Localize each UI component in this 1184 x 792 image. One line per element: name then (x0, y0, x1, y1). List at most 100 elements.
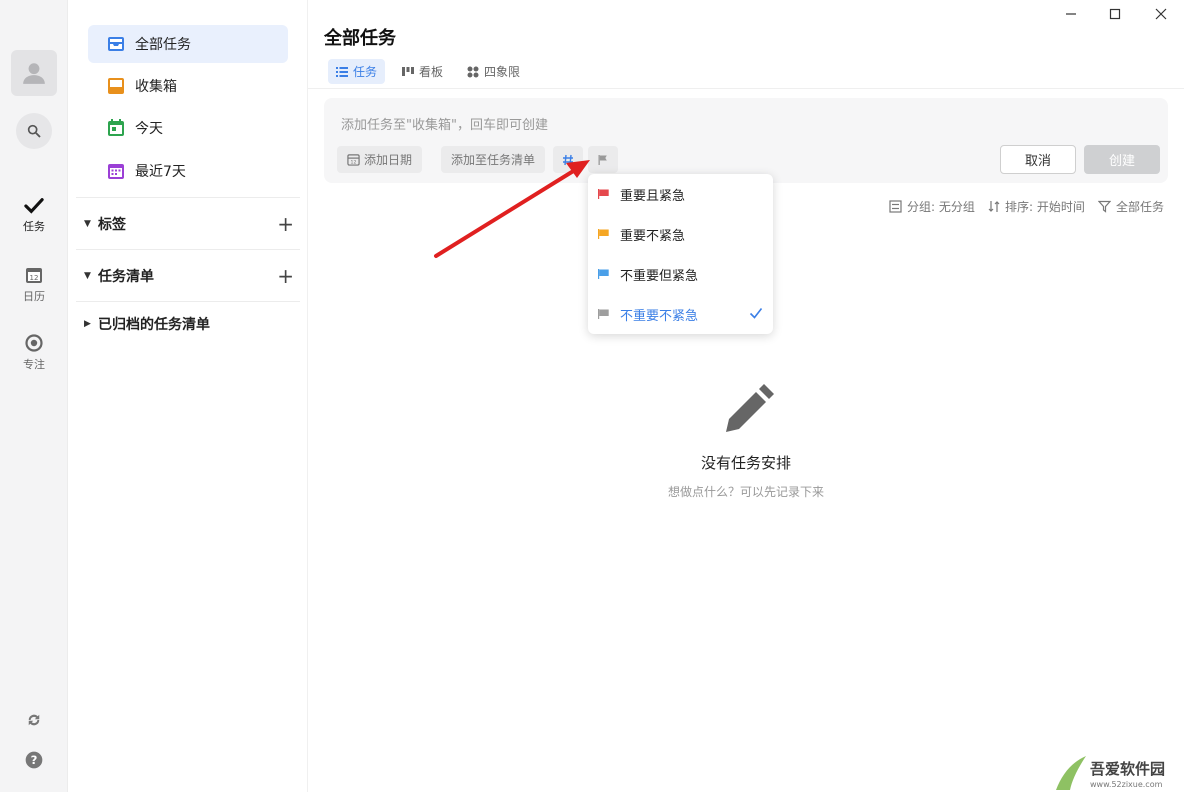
tag-button[interactable] (553, 146, 583, 173)
section-archived-lists[interactable]: ▶ 已归档的任务清单 (84, 312, 294, 336)
sidebar-item-label: 今天 (135, 121, 163, 137)
close-window-button[interactable] (1149, 2, 1173, 26)
flag-icon (597, 267, 611, 281)
quadrant-icon (467, 66, 479, 78)
add-to-list-button[interactable]: 添加至任务清单 (441, 146, 546, 173)
add-tag-button[interactable]: + (277, 212, 294, 236)
priority-label: 重要且紧急 (620, 188, 686, 204)
group-icon (889, 199, 902, 213)
left-rail: 任务 12 日历 专注 ? (0, 0, 68, 792)
empty-state-title: 没有任务安排 (700, 454, 791, 472)
section-label: 标签 (98, 217, 126, 233)
section-label: 已归档的任务清单 (98, 317, 210, 333)
check-icon (24, 198, 44, 214)
divider (76, 301, 300, 302)
tab-kanban[interactable]: 看板 (394, 59, 451, 84)
caret-down-icon: ▼ (84, 219, 91, 229)
tab-label: 四象限 (484, 65, 521, 79)
inbox-all-icon (106, 34, 126, 54)
list-icon (336, 66, 348, 78)
sidebar-item-inbox[interactable]: 收集箱 (88, 67, 288, 105)
tab-quadrant[interactable]: 四象限 (459, 59, 528, 84)
search-icon (27, 124, 41, 138)
priority-option-high[interactable]: 重要且紧急 (588, 174, 773, 214)
app-window: 任务 12 日历 专注 ? 全部任务 收集箱 今天 最近7天 ▼ 标签 + ▼ … (0, 0, 1184, 792)
help-button[interactable]: ? (22, 748, 46, 772)
priority-option-low[interactable]: 不重要但紧急 (588, 254, 773, 294)
sort-icon (988, 200, 1000, 213)
cancel-button[interactable]: 取消 (1000, 145, 1076, 174)
filter-label: 全部任务 (1116, 199, 1165, 214)
group-by-label: 分组: 无分组 (907, 199, 975, 214)
minimize-icon (1066, 13, 1076, 15)
filter-button[interactable]: 全部任务 (1098, 197, 1164, 215)
hashtag-icon (563, 154, 573, 165)
flag-icon (598, 154, 607, 165)
search-button[interactable] (16, 113, 52, 149)
watermark-url: www.52zixue.com (1090, 780, 1163, 789)
rail-item-calendar[interactable]: 12 日历 (0, 265, 68, 304)
flag-icon (597, 227, 611, 241)
calendar-day: 12 (30, 274, 39, 282)
focus-icon (25, 334, 43, 352)
add-list-button[interactable]: + (277, 264, 294, 288)
priority-menu: 重要且紧急 重要不紧急 不重要但紧急 不重要不紧急 (588, 174, 773, 334)
close-icon (1155, 8, 1167, 20)
sidebar-item-today[interactable]: 今天 (88, 109, 288, 147)
kanban-icon (402, 66, 414, 78)
caret-right-icon: ▶ (84, 319, 91, 329)
rail-item-focus[interactable]: 专注 (0, 333, 68, 372)
rail-item-label: 日历 (23, 290, 45, 303)
caret-down-icon: ▼ (84, 271, 91, 281)
empty-state-subtitle: 想做点什么？可以先记录下来 (667, 485, 824, 499)
sidebar-item-next-7-days[interactable]: 最近7天 (88, 152, 288, 190)
sidebar-item-label: 收集箱 (135, 79, 177, 95)
minimize-button[interactable] (1059, 2, 1083, 26)
section-tags[interactable]: ▼ 标签 + (84, 212, 294, 236)
section-label: 任务清单 (98, 269, 154, 285)
divider (76, 249, 300, 250)
watermark-logo: 吾爱软件园 www.52zixue.com (1056, 756, 1165, 790)
tab-tasks[interactable]: 任务 (328, 59, 386, 84)
rail-item-label: 专注 (23, 358, 45, 371)
rail-item-label: 任务 (23, 220, 45, 233)
filter-icon (1098, 200, 1111, 213)
help-icon: ? (25, 751, 43, 769)
sidebar: 全部任务 收集箱 今天 最近7天 ▼ 标签 + ▼ 任务清单 + ▶ 已归档的任… (68, 0, 308, 792)
section-task-lists[interactable]: ▼ 任务清单 + (84, 264, 294, 288)
priority-label: 不重要不紧急 (620, 308, 699, 324)
maximize-button[interactable] (1103, 2, 1127, 26)
calendar-icon: 12 (26, 268, 42, 283)
avatar[interactable] (11, 50, 57, 96)
priority-option-medium[interactable]: 重要不紧急 (588, 214, 773, 254)
sort-button[interactable]: 排序: 开始时间 (988, 197, 1085, 215)
task-input[interactable]: 添加任务至"收集箱"，回车即可创建 (341, 114, 548, 133)
sort-label: 排序: 开始时间 (1005, 199, 1085, 214)
sidebar-item-label: 最近7天 (135, 164, 186, 180)
priority-label: 不重要但紧急 (620, 268, 699, 284)
sync-button[interactable] (22, 708, 46, 732)
add-to-list-label: 添加至任务清单 (451, 153, 536, 167)
flag-icon (597, 307, 611, 321)
user-icon (23, 63, 45, 84)
sync-icon (28, 714, 40, 726)
sidebar-item-all-tasks[interactable]: 全部任务 (88, 25, 288, 63)
divider (76, 197, 300, 198)
priority-option-none[interactable]: 不重要不紧急 (588, 294, 773, 334)
create-button[interactable]: 创建 (1084, 145, 1160, 174)
add-date-button[interactable]: 12 添加日期 (337, 146, 423, 173)
divider (308, 88, 1184, 89)
week-icon (106, 161, 126, 181)
main-panel: 全部任务 任务 看板 四象限 添加任务至"收集箱"，回车即可创建 12 添加日期… (308, 0, 1184, 792)
priority-button[interactable] (588, 146, 618, 173)
svg-text:12: 12 (351, 160, 357, 166)
flag-icon (597, 187, 611, 201)
page-title: 全部任务 (324, 28, 396, 49)
watermark-text: 吾爱软件园 (1090, 760, 1165, 778)
rail-item-tasks[interactable]: 任务 (0, 197, 68, 234)
task-composer: 添加任务至"收集箱"，回车即可创建 12 添加日期 添加至任务清单 取消 创建 (324, 98, 1168, 183)
today-icon (106, 118, 126, 138)
calendar-icon: 12 (347, 153, 360, 166)
group-by-button[interactable]: 分组: 无分组 (889, 197, 975, 215)
pencil-icon (726, 384, 774, 432)
